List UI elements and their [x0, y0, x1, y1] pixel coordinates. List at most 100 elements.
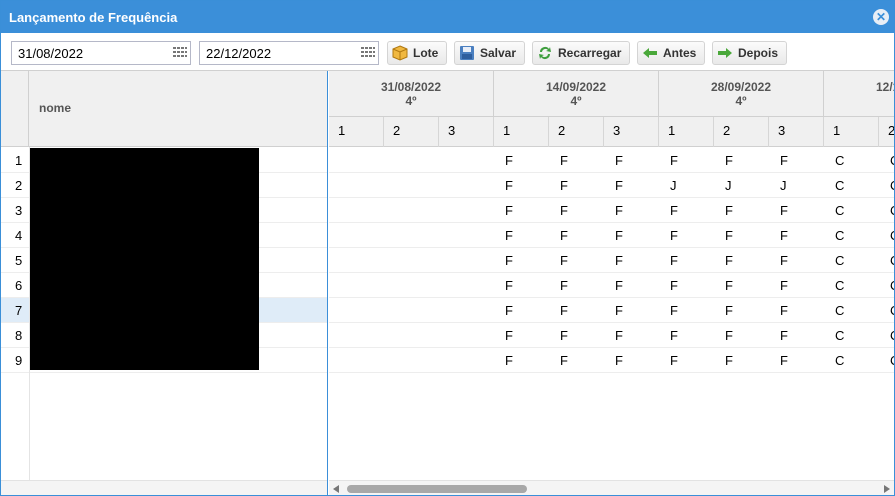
- attendance-cell[interactable]: [384, 298, 439, 323]
- attendance-cell[interactable]: [329, 298, 384, 323]
- attendance-cell[interactable]: C: [879, 223, 894, 248]
- attendance-cell[interactable]: F: [659, 273, 714, 298]
- attendance-cell[interactable]: F: [714, 298, 769, 323]
- attendance-cell[interactable]: [439, 223, 494, 248]
- attendance-cell[interactable]: F: [769, 298, 824, 323]
- attendance-cell[interactable]: F: [714, 198, 769, 223]
- attendance-cell[interactable]: F: [494, 148, 549, 173]
- attendance-cell[interactable]: C: [824, 323, 879, 348]
- attendance-cell[interactable]: [329, 348, 384, 373]
- attendance-cell[interactable]: F: [549, 323, 604, 348]
- attendance-cell[interactable]: C: [879, 273, 894, 298]
- date-column-header[interactable]: 28/09/2022 4º: [659, 71, 824, 117]
- attendance-cell[interactable]: [439, 273, 494, 298]
- attendance-cell[interactable]: F: [494, 273, 549, 298]
- attendance-cell[interactable]: F: [659, 323, 714, 348]
- attendance-cell[interactable]: [439, 323, 494, 348]
- start-date-input[interactable]: [12, 42, 162, 64]
- slot-header[interactable]: 3: [769, 117, 824, 147]
- attendance-cell[interactable]: C: [824, 173, 879, 198]
- attendance-cell[interactable]: J: [769, 173, 824, 198]
- slot-header[interactable]: 1: [824, 117, 879, 147]
- scrollbar-thumb[interactable]: [347, 485, 527, 493]
- attendance-cell[interactable]: [329, 273, 384, 298]
- attendance-cell[interactable]: C: [879, 323, 894, 348]
- slot-header[interactable]: 2: [714, 117, 769, 147]
- attendance-cell[interactable]: C: [879, 173, 894, 198]
- attendance-cell[interactable]: F: [714, 323, 769, 348]
- attendance-cell[interactable]: [384, 323, 439, 348]
- attendance-cell[interactable]: F: [604, 223, 659, 248]
- attendance-cell[interactable]: [439, 198, 494, 223]
- attendance-cell[interactable]: C: [879, 348, 894, 373]
- attendance-cell[interactable]: F: [549, 248, 604, 273]
- attendance-cell[interactable]: C: [824, 223, 879, 248]
- attendance-cell[interactable]: [329, 248, 384, 273]
- attendance-cell[interactable]: F: [549, 173, 604, 198]
- attendance-cell[interactable]: [439, 148, 494, 173]
- attendance-cell[interactable]: [384, 273, 439, 298]
- name-column-header[interactable]: nome: [39, 101, 71, 115]
- slot-header[interactable]: 2: [384, 117, 439, 147]
- attendance-cell[interactable]: F: [769, 323, 824, 348]
- attendance-cell[interactable]: C: [879, 148, 894, 173]
- attendance-cell[interactable]: F: [604, 323, 659, 348]
- attendance-cell[interactable]: F: [494, 248, 549, 273]
- previous-button[interactable]: Antes: [637, 41, 706, 65]
- attendance-cell[interactable]: F: [494, 323, 549, 348]
- slot-header[interactable]: 3: [439, 117, 494, 147]
- attendance-cell[interactable]: F: [549, 223, 604, 248]
- date-column-header[interactable]: 31/08/2022 4º: [329, 71, 494, 117]
- attendance-cell[interactable]: F: [769, 148, 824, 173]
- attendance-cell[interactable]: F: [769, 248, 824, 273]
- attendance-cell[interactable]: C: [879, 248, 894, 273]
- slot-header[interactable]: 1: [494, 117, 549, 147]
- attendance-cell[interactable]: [439, 298, 494, 323]
- end-date-field[interactable]: [199, 41, 379, 65]
- attendance-cell[interactable]: F: [549, 148, 604, 173]
- attendance-cell[interactable]: [384, 223, 439, 248]
- attendance-cell[interactable]: J: [659, 173, 714, 198]
- attendance-cell[interactable]: C: [824, 348, 879, 373]
- attendance-cell[interactable]: [439, 248, 494, 273]
- attendance-cell[interactable]: F: [659, 298, 714, 323]
- attendance-cell[interactable]: F: [659, 248, 714, 273]
- attendance-cell[interactable]: F: [659, 198, 714, 223]
- attendance-cell[interactable]: C: [824, 198, 879, 223]
- reload-button[interactable]: Recarregar: [532, 41, 631, 65]
- attendance-cell[interactable]: F: [769, 198, 824, 223]
- attendance-cell[interactable]: F: [714, 248, 769, 273]
- attendance-cell[interactable]: [384, 198, 439, 223]
- attendance-cell[interactable]: C: [879, 198, 894, 223]
- attendance-cell[interactable]: [329, 323, 384, 348]
- attendance-cell[interactable]: F: [659, 348, 714, 373]
- attendance-cell[interactable]: C: [824, 273, 879, 298]
- attendance-cell[interactable]: [384, 173, 439, 198]
- attendance-cell[interactable]: [384, 348, 439, 373]
- attendance-cell[interactable]: F: [604, 298, 659, 323]
- attendance-cell[interactable]: J: [714, 173, 769, 198]
- attendance-cell[interactable]: [329, 198, 384, 223]
- attendance-cell[interactable]: [329, 223, 384, 248]
- attendance-cell[interactable]: F: [604, 173, 659, 198]
- scroll-left-icon[interactable]: [333, 485, 339, 493]
- attendance-cell[interactable]: F: [659, 148, 714, 173]
- attendance-cell[interactable]: [439, 173, 494, 198]
- attendance-cell[interactable]: F: [494, 173, 549, 198]
- calendar-icon[interactable]: [172, 46, 188, 60]
- date-column-header[interactable]: 14/09/2022 4º: [494, 71, 659, 117]
- title-bar[interactable]: Lançamento de Frequência ✕: [1, 1, 894, 33]
- attendance-cell[interactable]: F: [494, 223, 549, 248]
- attendance-cell[interactable]: [384, 148, 439, 173]
- attendance-cell[interactable]: C: [879, 298, 894, 323]
- horizontal-scrollbar[interactable]: [329, 480, 894, 495]
- next-button[interactable]: Depois: [712, 41, 788, 65]
- attendance-cell[interactable]: C: [824, 148, 879, 173]
- attendance-cell[interactable]: F: [714, 223, 769, 248]
- calendar-icon[interactable]: [360, 46, 376, 60]
- attendance-cell[interactable]: F: [549, 298, 604, 323]
- attendance-cell[interactable]: F: [549, 348, 604, 373]
- attendance-cell[interactable]: F: [604, 348, 659, 373]
- attendance-cell[interactable]: F: [769, 348, 824, 373]
- date-column-header[interactable]: 12/10/20224º: [824, 71, 894, 117]
